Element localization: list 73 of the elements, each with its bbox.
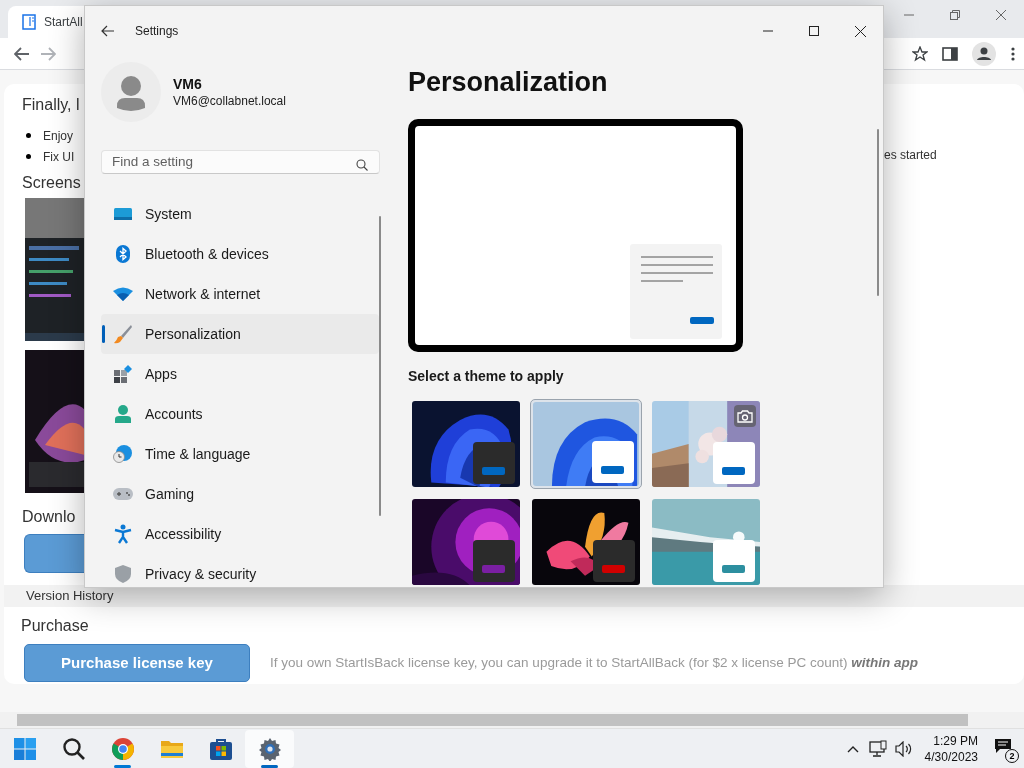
notification-badge: 2 [1005,748,1019,763]
gamepad-icon [112,487,134,501]
search-field[interactable]: Find a setting [101,149,380,174]
purchase-note: If you own StartIsBack license key, you can upgrade it to StartAllBack (for $2 x license PC count) within app [270,653,919,672]
search-icon [356,159,368,171]
list-item: Fix UI [43,148,75,166]
maximize-icon[interactable] [809,26,819,36]
clock[interactable]: 1:29 PM 4/30/2023 [924,732,978,765]
section-heading: Finally, l [22,95,80,115]
volume-icon[interactable] [894,740,913,757]
window-title: Settings [135,23,179,40]
store-icon[interactable] [208,736,233,761]
close-icon[interactable] [854,25,866,37]
clock-date: 4/30/2023 [924,748,978,765]
camera-icon [734,405,756,427]
nav-item[interactable]: Apps [101,354,379,394]
nav-item[interactable]: Personalization [101,314,379,354]
page-text: es started [884,147,937,164]
back-icon[interactable] [101,25,115,37]
page-title: Personalization [408,66,609,98]
running-indicator [261,764,278,768]
account-name: VM6 [173,75,203,93]
brush-icon [113,324,133,344]
account-email: VM6@collabnet.local [173,93,286,109]
restore-icon[interactable] [950,10,960,20]
scrollbar-thumb[interactable] [17,714,968,726]
shield-icon [114,564,132,584]
bluetooth-icon [115,244,131,264]
gear-icon[interactable] [257,736,282,761]
accessibility-icon [114,524,132,544]
network-icon[interactable] [868,739,887,758]
section-heading: Screens [22,173,81,193]
nav-item[interactable]: Accounts [101,394,379,434]
section-heading: Purchase [21,616,89,636]
horizontal-scrollbar[interactable] [0,712,1024,728]
start-icon[interactable] [12,736,37,761]
monitor-icon [113,206,133,222]
nav-item[interactable]: Accessibility [101,514,379,554]
nav-item[interactable]: Time & language [101,434,379,474]
selection-indicator [102,325,105,343]
nav-item[interactable]: Privacy & security [101,554,379,587]
scrollbar[interactable] [379,216,381,516]
nav-item[interactable]: Bluetooth & devices [101,234,379,274]
search-icon[interactable] [61,736,86,761]
wifi-icon [113,287,133,301]
apps-icon [113,364,133,384]
browser-tab[interactable]: StartAll [8,6,84,38]
bullet-icon [26,133,31,138]
list-item: Enjoy [43,127,74,145]
tab-title: StartAll [44,14,83,31]
nav-item[interactable]: Network & internet [101,274,379,314]
accent-bar [690,317,714,324]
book-icon [22,14,36,30]
profile-icon[interactable] [972,42,996,66]
text-lines-icon [641,256,713,284]
clock-time: 1:29 PM [933,732,978,749]
person-icon [114,404,132,424]
avatar-icon [101,62,161,122]
nav-item[interactable]: System [101,194,379,234]
running-indicator [114,764,131,768]
globe-clock-icon [113,444,133,464]
chrome-icon[interactable] [110,736,135,761]
nav-item[interactable]: Gaming [101,474,379,514]
notification-icon[interactable] [994,737,1012,754]
section-label: Select a theme to apply [408,367,565,385]
menu-icon[interactable] [1010,46,1016,62]
side-panel-icon[interactable] [942,46,958,62]
scrollbar[interactable] [877,129,879,296]
bullet-icon [26,154,31,159]
chevron-up-icon[interactable] [846,744,859,753]
back-icon[interactable] [14,46,30,61]
section-heading: Downlo [22,507,76,527]
star-icon[interactable] [912,46,928,62]
